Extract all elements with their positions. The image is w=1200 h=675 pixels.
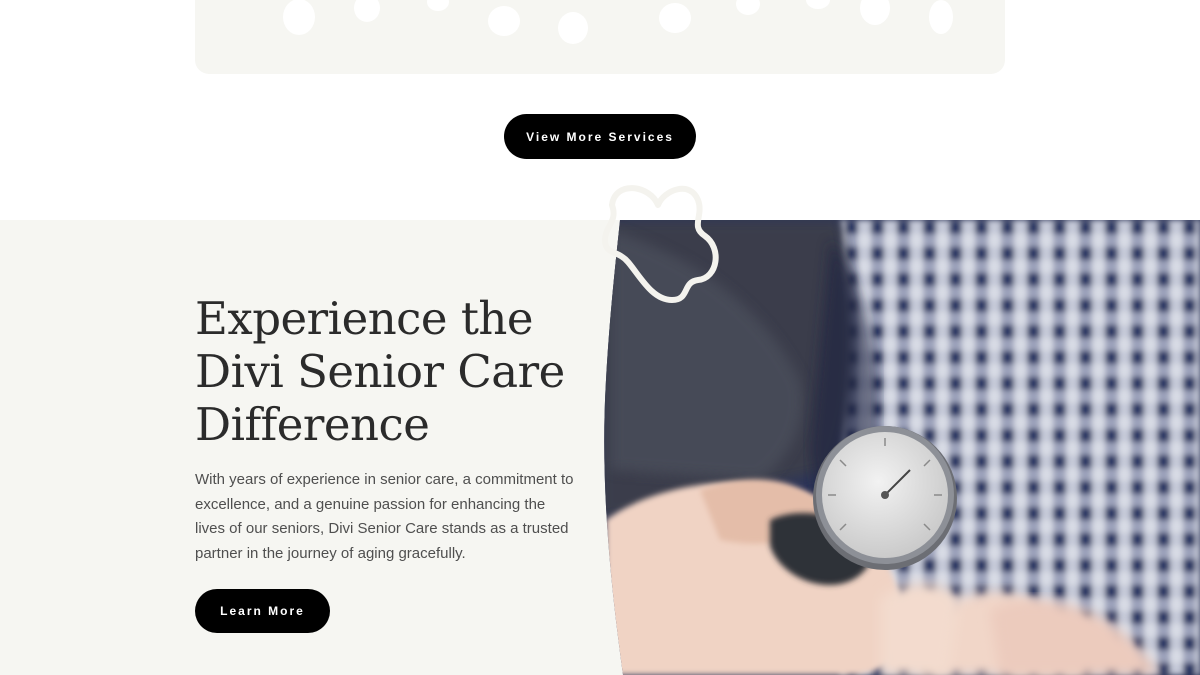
learn-more-button[interactable]: Learn More (195, 589, 330, 633)
view-more-services-button[interactable]: View More Services (504, 114, 696, 159)
decorative-dots (283, 0, 953, 44)
section-heading: Experience the Divi Senior Care Differen… (195, 292, 565, 451)
section-description: With years of experience in senior care,… (195, 471, 574, 562)
services-card-bottom (195, 0, 1005, 74)
